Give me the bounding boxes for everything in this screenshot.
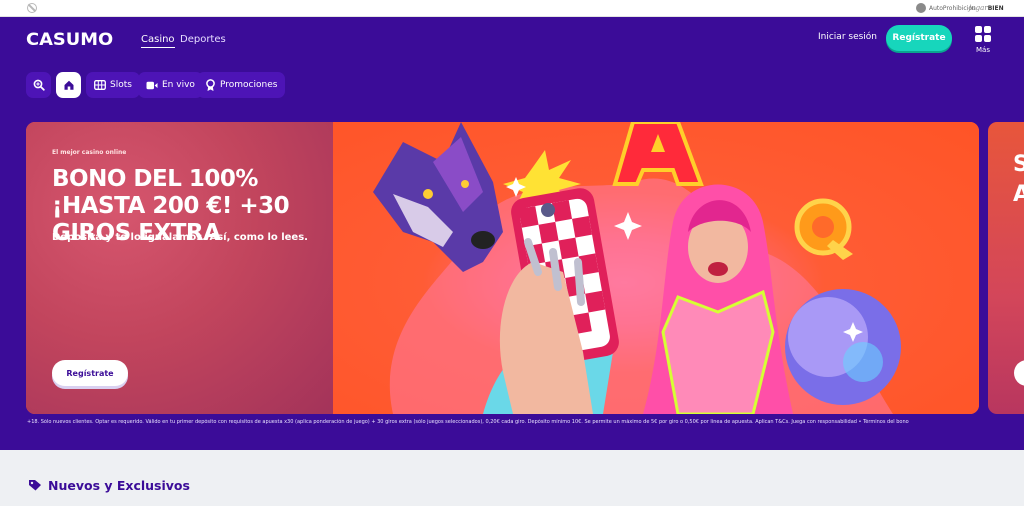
- next-slide-text: S A: [1013, 152, 1024, 207]
- more-grid-icon[interactable]: [975, 26, 991, 42]
- home-icon: [64, 80, 73, 90]
- no-entry-icon: [27, 3, 37, 13]
- hero-register-button[interactable]: Regístrate: [52, 360, 128, 386]
- live-label: En vivo: [162, 80, 195, 90]
- casumo-logo[interactable]: CASUMO: [26, 30, 113, 50]
- jugar-bien-bold: BIEN: [987, 5, 1004, 12]
- tag-icon: [29, 480, 41, 491]
- video-icon: [146, 81, 158, 89]
- letter-q-symbol: [794, 198, 853, 260]
- home-button[interactable]: [56, 72, 81, 98]
- nav-deportes[interactable]: Deportes: [180, 34, 226, 45]
- hero-banner[interactable]: El mejor casino online BONO DEL 100% ¡HA…: [26, 122, 979, 414]
- next-slide-button: [1014, 360, 1024, 386]
- slots-tab[interactable]: Slots: [86, 72, 140, 98]
- section-title: Nuevos y Exclusivos: [48, 478, 190, 493]
- nav-casino[interactable]: Casino: [141, 34, 175, 48]
- hero-eyebrow: El mejor casino online: [52, 149, 127, 156]
- login-link[interactable]: Iniciar sesión: [818, 32, 877, 42]
- top-utility-bar: AutoProhibición jugarBIEN: [0, 0, 1024, 17]
- hero-artwork: [373, 122, 901, 414]
- hero-subtitle: Deposita y te lo igualamos. Así, como lo…: [52, 232, 308, 243]
- hero-illustration: [333, 122, 979, 414]
- wolf-character: [373, 122, 503, 272]
- live-tab[interactable]: En vivo: [138, 72, 203, 98]
- category-nav: Slots En vivo Promociones: [0, 60, 1024, 115]
- crystal-ball: [785, 289, 901, 405]
- autoprohibicion-icon: [916, 3, 926, 13]
- main-header: CASUMO Casino Deportes Iniciar sesión Re…: [0, 17, 1024, 60]
- register-button[interactable]: Regístrate: [886, 25, 952, 51]
- promotions-tab[interactable]: Promociones: [197, 72, 286, 98]
- search-icon: [33, 79, 45, 91]
- slots-label: Slots: [110, 80, 132, 90]
- promotions-label: Promociones: [220, 80, 278, 90]
- letter-a-symbol: [612, 122, 704, 186]
- badge-icon: [206, 78, 215, 91]
- jugar-bien-logo[interactable]: jugarBIEN: [969, 4, 1004, 12]
- slots-icon: [94, 80, 106, 90]
- jugar-bien-text: jugar: [969, 4, 988, 12]
- more-label[interactable]: Más: [976, 46, 990, 54]
- bonus-terms: +18. Sólo nuevos clientes. Optar es requ…: [27, 419, 909, 425]
- next-slide-preview[interactable]: S A: [988, 122, 1024, 414]
- autoprohibicion-link[interactable]: AutoProhibición: [916, 3, 976, 13]
- search-button[interactable]: [26, 72, 51, 98]
